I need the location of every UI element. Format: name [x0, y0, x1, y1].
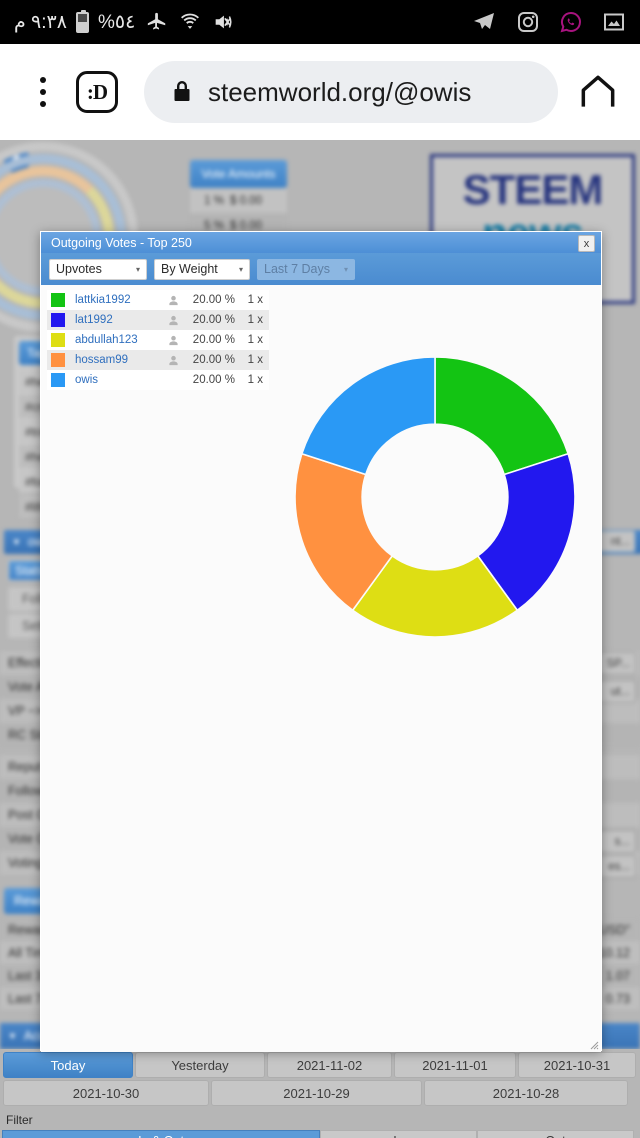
- vote-percent: 20.00 %: [192, 314, 235, 326]
- overflow-menu-icon[interactable]: [20, 77, 66, 107]
- person-icon: [161, 335, 185, 346]
- day-tab-list: Today Yesterday 2021-11-02 2021-11-01 20…: [0, 1049, 640, 1107]
- filter-tab-out[interactable]: Out: [477, 1130, 634, 1138]
- browser-toolbar: :D steemworld.org/@owis: [0, 44, 640, 140]
- day-tab[interactable]: 2021-11-01: [394, 1052, 516, 1078]
- donut-slice[interactable]: [434, 356, 570, 476]
- status-bar-left: ٩:٣٨ م %٥٤: [14, 9, 471, 34]
- day-tab[interactable]: 2021-10-31: [518, 1052, 636, 1078]
- vote-percent: 20.00 %: [192, 354, 235, 366]
- day-tab-today[interactable]: Today: [3, 1052, 133, 1078]
- chevron-down-icon: ▾: [238, 264, 243, 274]
- screen: ٩:٣٨ م %٥٤:D steemworld.org/@owis Vote …: [0, 0, 640, 1138]
- sort-select[interactable]: By Weight ▾: [154, 258, 250, 280]
- voter-name[interactable]: abdullah123: [75, 334, 161, 346]
- android-status-bar: ٩:٣٨ م %٥٤: [0, 0, 640, 44]
- chevron-down-icon: ▾: [135, 264, 140, 274]
- filter-tab-list: In & Out In Out: [0, 1130, 640, 1138]
- list-item[interactable]: abdullah123 20.00 % 1 x: [47, 330, 269, 350]
- filter-label: Filter: [6, 1113, 33, 1127]
- page-title: Outgoing Votes - Top 250: [51, 235, 192, 250]
- tab-switcher-button[interactable]: :D: [76, 71, 118, 113]
- status-bar-notification-icons: [471, 10, 626, 34]
- outgoing-votes-donut-chart: [285, 347, 585, 647]
- vote-count: 1 x: [247, 354, 263, 366]
- vote-count: 1 x: [247, 374, 263, 386]
- donut-slice[interactable]: [300, 356, 436, 476]
- color-swatch: [51, 353, 65, 367]
- logo-line-1: STEEM: [462, 166, 604, 213]
- vote-amount: $ 0.00: [230, 219, 262, 232]
- color-swatch: [51, 293, 65, 307]
- outgoing-votes-dialog: Outgoing Votes - Top 250 x Upvotes ▾ By …: [40, 231, 602, 1052]
- filter-tab-in-and-out[interactable]: In & Out: [2, 1130, 320, 1138]
- period-value: Last 7 Days: [264, 262, 331, 276]
- home-icon[interactable]: [576, 70, 620, 114]
- voter-name[interactable]: hossam99: [75, 354, 161, 366]
- whatsapp-icon: [560, 11, 581, 33]
- close-icon[interactable]: x: [578, 235, 595, 252]
- vote-count: 1 x: [247, 294, 263, 306]
- vote-percent: 20.00 %: [192, 334, 235, 346]
- vote-type-select[interactable]: Upvotes ▾: [49, 258, 147, 280]
- period-select: Last 7 Days ▾: [257, 258, 355, 280]
- clock: ٩:٣٨ م: [14, 11, 67, 33]
- dialog-controls: Upvotes ▾ By Weight ▾ Last 7 Days ▾: [41, 253, 601, 285]
- day-tab[interactable]: 2021-10-29: [211, 1080, 422, 1106]
- day-tab[interactable]: 2021-10-30: [3, 1080, 209, 1106]
- chevron-down-icon: ▾: [343, 264, 348, 274]
- vote-percent: 1 %: [204, 194, 224, 207]
- color-swatch: [51, 373, 65, 387]
- person-icon: [161, 295, 185, 306]
- vote-legend-list: lattkia1992 20.00 % 1 x lat1992 20.00 % …: [47, 290, 269, 390]
- filter-tab-in[interactable]: In: [320, 1130, 477, 1138]
- list-item[interactable]: hossam99 20.00 % 1 x: [47, 350, 269, 370]
- donut-svg: [294, 356, 576, 638]
- vote-percent: 5 %: [204, 219, 224, 232]
- wifi-icon: [181, 13, 200, 29]
- voter-name[interactable]: owis: [75, 374, 161, 386]
- color-swatch: [51, 333, 65, 347]
- vote-count: 1 x: [247, 314, 263, 326]
- vote-amounts-header: Vote Amounts: [190, 160, 287, 188]
- vote-count: 1 x: [247, 334, 263, 346]
- telegram-icon: [474, 13, 494, 29]
- battery-icon: [75, 9, 89, 33]
- resize-handle[interactable]: [587, 1038, 599, 1050]
- vote-type-value: Upvotes: [56, 262, 102, 276]
- chevron-down-icon: ▼: [8, 1031, 17, 1041]
- battery-percent: %٥٤: [97, 11, 136, 33]
- list-item[interactable]: lat1992 20.00 % 1 x: [47, 310, 269, 330]
- person-icon: [161, 355, 185, 366]
- chevron-down-icon: ▼: [12, 537, 21, 547]
- color-swatch: [51, 313, 65, 327]
- voter-name[interactable]: lattkia1992: [75, 294, 161, 306]
- day-tab-yesterday[interactable]: Yesterday: [135, 1052, 265, 1078]
- vote-amount: $ 0.00: [230, 194, 262, 207]
- address-bar[interactable]: steemworld.org/@owis: [144, 61, 558, 123]
- mute-icon: [215, 15, 232, 29]
- table-row: 1 % $ 0.00: [190, 188, 287, 213]
- dialog-body: lattkia1992 20.00 % 1 x lat1992 20.00 % …: [41, 285, 601, 1052]
- airplane-mode-icon: [148, 12, 166, 30]
- person-icon: [161, 315, 185, 326]
- gallery-icon: [604, 13, 624, 31]
- vote-percent: 20.00 %: [192, 294, 235, 306]
- dialog-title-bar[interactable]: Outgoing Votes - Top 250 x: [41, 232, 601, 253]
- vote-percent: 20.00 %: [192, 374, 235, 386]
- sort-value: By Weight: [161, 262, 218, 276]
- url-text: steemworld.org/@owis: [208, 76, 472, 107]
- instagram-icon: [518, 12, 538, 32]
- day-tab[interactable]: 2021-11-02: [267, 1052, 392, 1078]
- list-item[interactable]: owis 20.00 % 1 x: [47, 370, 269, 390]
- lock-icon: [174, 81, 190, 101]
- voter-name[interactable]: lat1992: [75, 314, 161, 326]
- bottom-controls: Today Yesterday 2021-11-02 2021-11-01 20…: [0, 1049, 640, 1138]
- list-item[interactable]: lattkia1992 20.00 % 1 x: [47, 290, 269, 310]
- day-tab[interactable]: 2021-10-28: [424, 1080, 628, 1106]
